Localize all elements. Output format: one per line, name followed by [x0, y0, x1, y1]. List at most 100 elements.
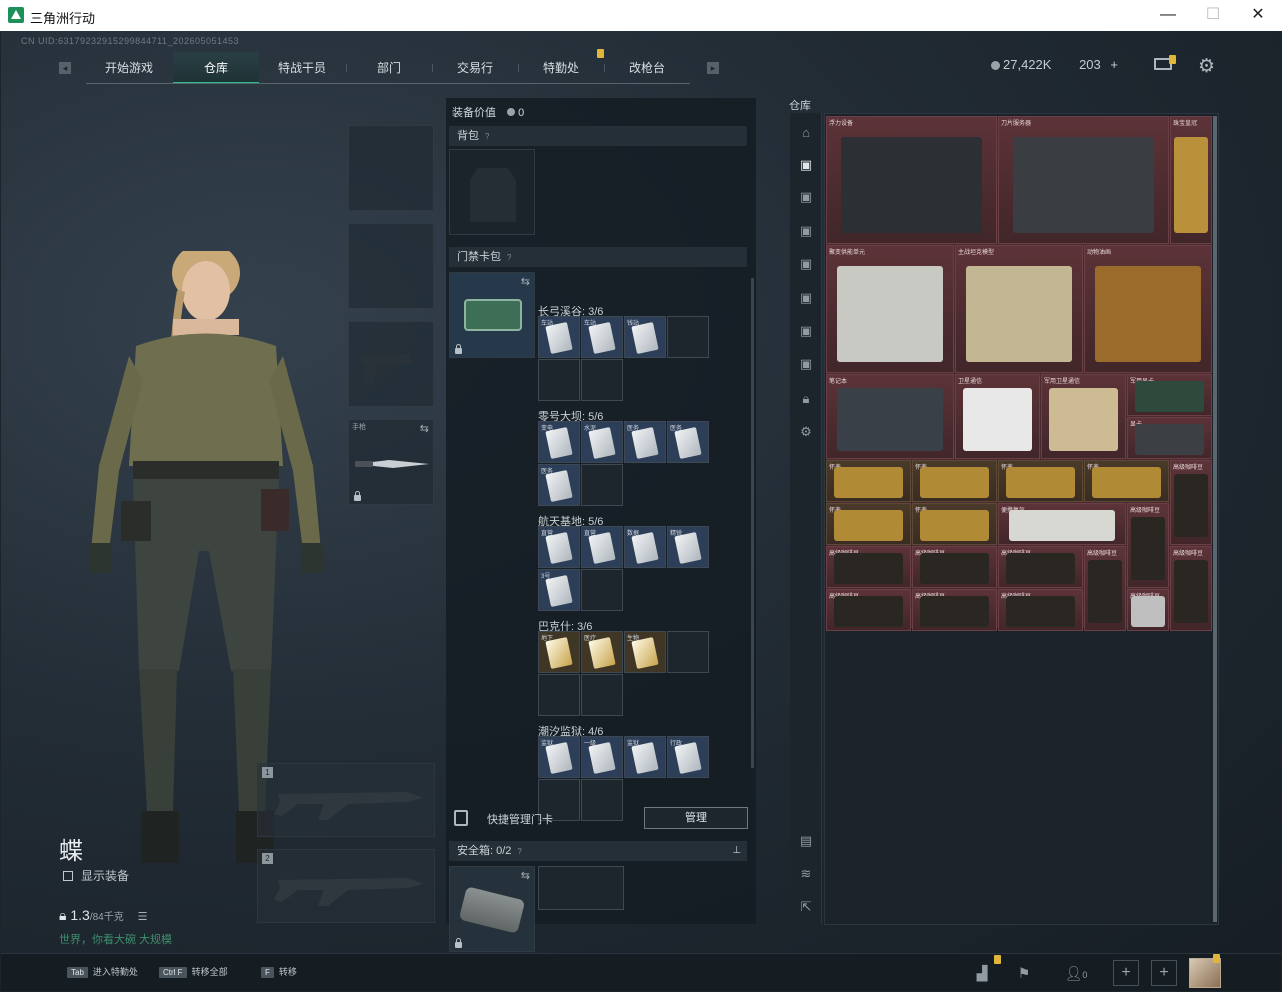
swap-icon[interactable]: ⇆: [420, 422, 429, 435]
warehouse-item[interactable]: 怀表: [1084, 460, 1169, 502]
keycard-cell[interactable]: [581, 464, 623, 506]
tab-special-ops[interactable]: 特勤处: [518, 52, 604, 84]
warehouse-item[interactable]: 怀表: [912, 460, 997, 502]
secondary-weapon-slot[interactable]: 2: [257, 849, 435, 923]
warehouse-item[interactable]: 高级咖啡豆: [912, 546, 997, 588]
warehouse-item[interactable]: 聚变供能单元: [826, 245, 954, 373]
armor-slot[interactable]: [348, 223, 434, 309]
keycard-cell[interactable]: [581, 569, 623, 611]
flag-icon[interactable]: ⚑: [1011, 962, 1037, 984]
warehouse-item[interactable]: 高级咖啡豆: [826, 589, 911, 631]
keycard-cell[interactable]: 医疗: [581, 631, 623, 673]
keycard-cell[interactable]: 数据: [624, 526, 666, 568]
hint-transfer[interactable]: F 转移: [261, 965, 297, 978]
warehouse-item[interactable]: 高级咖啡豆: [1084, 546, 1126, 631]
keycard-cell[interactable]: 生物: [624, 631, 666, 673]
category-1-icon[interactable]: ▣: [797, 157, 815, 173]
invite-slot-2-button[interactable]: +: [1151, 960, 1177, 986]
backpack-slot[interactable]: [449, 149, 535, 235]
warehouse-item[interactable]: 高级咖啡豆: [1170, 460, 1212, 545]
keycard-cell[interactable]: [667, 316, 709, 358]
help-icon[interactable]: ?: [507, 253, 511, 262]
hint-transfer-all[interactable]: Ctrl F 转移全部: [159, 965, 228, 978]
keycard-cell[interactable]: [538, 359, 580, 401]
warehouse-item[interactable]: 便携氧气: [998, 503, 1126, 545]
settings-icon[interactable]: ⚙: [797, 424, 815, 440]
warehouse-item[interactable]: 军用卫星通信: [1041, 374, 1126, 459]
warehouse-item[interactable]: 高级咖啡豆: [1127, 503, 1169, 588]
keycard-cell[interactable]: 精锐: [667, 526, 709, 568]
warehouse-item[interactable]: 军用显卡: [1127, 374, 1212, 416]
tab-warehouse[interactable]: 仓库: [173, 52, 259, 84]
scrollbar[interactable]: [751, 278, 754, 768]
pistol-slot[interactable]: [348, 321, 434, 407]
warehouse-item[interactable]: 怀表: [998, 460, 1083, 502]
help-icon[interactable]: ?: [517, 847, 521, 856]
melee-slot[interactable]: 手枪 ⇆: [348, 419, 434, 505]
category-7-icon[interactable]: ▣: [797, 356, 815, 372]
checkbox[interactable]: [63, 871, 73, 881]
tab-trade[interactable]: 交易行: [432, 52, 518, 84]
list-icon[interactable]: ☰: [138, 911, 148, 923]
nav-prev-icon[interactable]: ◂: [59, 62, 71, 74]
transfer-icon[interactable]: ⇱: [797, 899, 815, 915]
swap-icon[interactable]: ⇆: [521, 275, 530, 288]
keycard-cell[interactable]: 直营: [581, 526, 623, 568]
category-4-icon[interactable]: ▣: [797, 256, 815, 272]
keycard-cell[interactable]: 车站: [581, 316, 623, 358]
help-icon[interactable]: ?: [485, 132, 489, 141]
tab-gunsmith[interactable]: 改枪台: [604, 52, 690, 84]
warehouse-item[interactable]: 卫星通信: [955, 374, 1040, 459]
warehouse-item[interactable]: 显卡: [1127, 417, 1212, 459]
stats-icon[interactable]: ▟: [969, 962, 995, 984]
add-currency-button[interactable]: +: [1110, 57, 1118, 72]
lock-filter-icon[interactable]: 🔒︎: [797, 391, 815, 407]
keycard-case-slot[interactable]: ⇆: [449, 272, 535, 358]
warehouse-item[interactable]: 主战坦克模型: [955, 245, 1083, 373]
primary-weapon-slot[interactable]: 1: [257, 763, 435, 837]
warehouse-item[interactable]: 怀表: [912, 503, 997, 545]
manage-button[interactable]: 管理: [644, 807, 748, 829]
keycard-cell[interactable]: 医务: [624, 421, 666, 463]
keycard-cell[interactable]: [581, 359, 623, 401]
keycard-cell[interactable]: 行政: [667, 736, 709, 778]
warehouse-item[interactable]: 高级咖啡豆: [998, 546, 1083, 588]
keycard-cell[interactable]: 一级: [581, 736, 623, 778]
keycard-cell[interactable]: [667, 631, 709, 673]
keycard-cell[interactable]: [538, 674, 580, 716]
keycard-cell[interactable]: 医务: [667, 421, 709, 463]
keycard-cell[interactable]: 变电: [538, 421, 580, 463]
keycard-cell[interactable]: [581, 674, 623, 716]
minimize-button[interactable]: —: [1145, 2, 1191, 28]
category-2-icon[interactable]: ▣: [797, 189, 815, 205]
warehouse-item[interactable]: 高级咖啡豆: [1127, 589, 1169, 631]
warehouse-item[interactable]: 高级咖啡豆: [826, 546, 911, 588]
keycard-cell[interactable]: 监狱: [538, 736, 580, 778]
warehouse-item[interactable]: 珠宝皇冠: [1170, 116, 1212, 244]
keycard-cell[interactable]: 钱站: [624, 316, 666, 358]
warehouse-item[interactable]: 怀表: [826, 503, 911, 545]
keycard-cell[interactable]: 监狱: [624, 736, 666, 778]
keycard-cell[interactable]: 直营: [538, 526, 580, 568]
tab-start-game[interactable]: 开始游戏: [86, 52, 172, 84]
warehouse-item[interactable]: 笔记本: [826, 374, 954, 459]
tab-operators[interactable]: 特战干员: [259, 52, 345, 84]
safebox-cell[interactable]: [538, 866, 624, 910]
category-6-icon[interactable]: ▣: [797, 323, 815, 339]
helmet-slot[interactable]: [348, 125, 434, 211]
settings-gear-icon[interactable]: ⚙: [1198, 55, 1215, 78]
show-equipment-toggle[interactable]: 显示装备: [63, 867, 129, 884]
warehouse-item[interactable]: 动物油画: [1084, 245, 1212, 373]
hint-special-ops[interactable]: Tab 进入特勤处: [67, 965, 138, 978]
keycard-cell[interactable]: 3号: [538, 569, 580, 611]
invite-slot-1-button[interactable]: +: [1113, 960, 1139, 986]
nav-next-icon[interactable]: ▸: [707, 62, 719, 74]
warehouse-item[interactable]: 高级咖啡豆: [998, 589, 1083, 631]
keycard-cell[interactable]: 医务: [538, 464, 580, 506]
maximize-button[interactable]: ☐: [1190, 2, 1236, 28]
keycard-cell[interactable]: 水泥: [581, 421, 623, 463]
close-button[interactable]: ✕: [1235, 2, 1281, 28]
warehouse-scrollbar[interactable]: [1213, 116, 1217, 922]
warehouse-item[interactable]: 刀片服务器: [998, 116, 1169, 244]
tab-department[interactable]: 部门: [346, 52, 432, 84]
